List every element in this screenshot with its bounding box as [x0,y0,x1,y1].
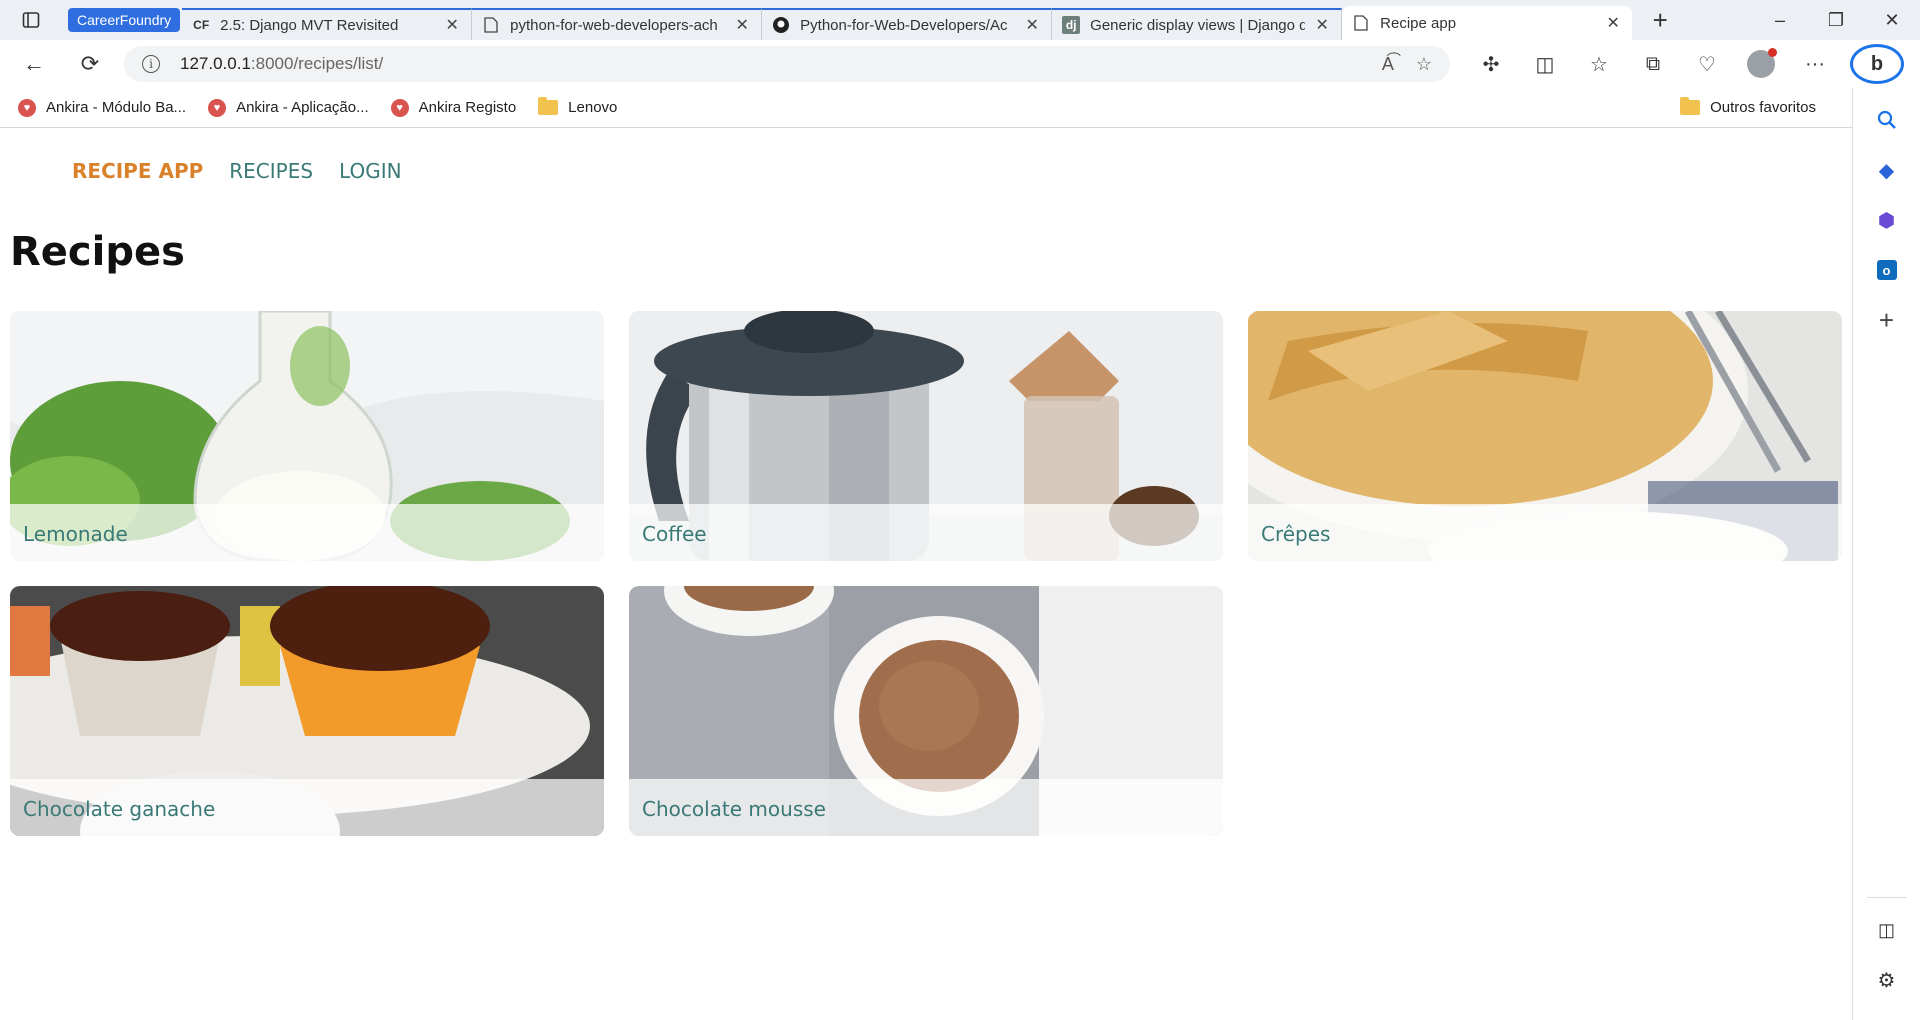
toolbar: ✣ ◫ ☆ ⧉ ♡ ··· b [1464,44,1904,84]
close-icon[interactable]: ✕ [1313,15,1331,35]
recipe-card-chocolate-mousse[interactable]: Chocolate mousse [629,586,1223,836]
url-field[interactable]: i 127.0.0.1:8000/recipes/list/ A͡ ☆ [124,46,1450,82]
collections-icon[interactable]: ⧉ [1626,44,1680,84]
bookmark-ankira-modulo[interactable]: ♥ Ankira - Módulo Ba... [18,98,186,117]
minimize-button[interactable]: – [1752,0,1808,40]
nav-recipes-link[interactable]: RECIPES [229,159,313,183]
github-icon [772,16,790,34]
django-icon: dj [1062,16,1081,34]
sidebar-toggle-icon[interactable]: ◫ [1867,910,1907,950]
recipe-name: Lemonade [10,504,604,561]
tab-github-repo[interactable]: Python-for-Web-Developers/Ac ✕ [762,8,1053,40]
recipe-grid: Lemonade Coffee Crêpes Chocolate ganache… [10,311,1842,836]
favorites-icon[interactable]: ☆ [1572,44,1626,84]
close-icon[interactable]: ✕ [443,15,461,35]
close-icon[interactable]: ✕ [1604,13,1622,33]
recipe-name: Crêpes [1248,504,1842,561]
recipe-name: Coffee [629,504,1223,561]
bookmarks-bar: ♥ Ankira - Módulo Ba... ♥ Ankira - Aplic… [0,88,1852,128]
site-info-icon[interactable]: i [142,55,160,73]
nav-login-link[interactable]: LOGIN [339,159,402,183]
tab-bar: CareerFoundry CF 2.5: Django MVT Revisit… [0,0,1920,40]
recipe-card-chocolate-ganache[interactable]: Chocolate ganache [10,586,604,836]
outlook-icon[interactable]: o [1867,250,1907,290]
bookmark-lenovo-folder[interactable]: Lenovo [538,97,617,116]
page-title: Recipes [10,229,185,275]
recipe-card-lemonade[interactable]: Lemonade [10,311,604,561]
tab-django-docs[interactable]: dj Generic display views | Django d ✕ [1052,8,1343,40]
recipe-name: Chocolate ganache [10,779,604,836]
page-icon [1352,14,1370,32]
tab-actions-button[interactable] [0,0,62,40]
site-nav: RECIPE APP RECIPES LOGIN [72,159,402,183]
shopping-tag-icon[interactable]: ◆ [1867,150,1907,190]
back-button[interactable]: ← [12,44,56,84]
read-aloud-icon[interactable]: A͡ [1382,54,1394,75]
tab-python-web-dev[interactable]: python-for-web-developers-ach ✕ [472,8,763,40]
folder-icon [538,97,559,115]
ankira-icon: ♥ [208,98,227,117]
settings-gear-icon[interactable]: ⚙ [1867,960,1907,1000]
close-icon[interactable]: ✕ [733,15,751,35]
edge-sidebar: ◆ ⬢ o + ◫ ⚙ [1852,88,1920,1020]
refresh-button[interactable]: ⟳ [68,44,112,84]
profile-button[interactable] [1734,44,1788,84]
browser-essentials-icon[interactable]: ♡ [1680,44,1734,84]
restore-button[interactable]: ❐ [1808,0,1864,40]
recipe-card-crepes[interactable]: Crêpes [1248,311,1842,561]
split-screen-icon[interactable]: ◫ [1518,44,1572,84]
divider [1866,897,1907,898]
add-sidebar-app-icon[interactable]: + [1867,300,1907,340]
tab-django-mvt[interactable]: CF 2.5: Django MVT Revisited ✕ [182,8,473,40]
brand-link[interactable]: RECIPE APP [72,159,203,183]
ankira-icon: ♥ [390,98,409,117]
url-host: 127.0.0.1 [180,54,251,73]
tab-actions-icon [22,12,40,28]
extensions-icon[interactable]: ✣ [1464,44,1518,84]
recipe-name: Chocolate mousse [629,779,1223,836]
page-icon [482,16,500,34]
folder-icon [1680,97,1701,115]
favorite-star-icon[interactable]: ☆ [1416,54,1432,75]
copilot-icon[interactable]: b [1850,44,1904,84]
close-icon[interactable]: ✕ [1023,15,1041,35]
web-page: RECIPE APP RECIPES LOGIN Recipes Lemonad… [0,129,1852,1020]
close-window-button[interactable]: ✕ [1864,0,1920,40]
other-favorites-folder[interactable]: Outros favoritos [1680,97,1816,116]
bookmark-ankira-registo[interactable]: ♥ Ankira Registo [390,98,516,117]
url-path: :8000/recipes/list/ [250,54,384,73]
window-controls: – ❐ ✕ [1752,0,1920,40]
new-tab-button[interactable]: + [1638,5,1682,36]
tab-group-label[interactable]: CareerFoundry [68,8,181,32]
address-bar: ← ⟳ i 127.0.0.1:8000/recipes/list/ A͡ ☆ … [0,40,1920,88]
avatar [1747,48,1777,78]
office-icon[interactable]: ⬢ [1867,200,1907,240]
careerfoundry-icon: CF [193,18,210,32]
bookmark-ankira-aplicacao[interactable]: ♥ Ankira - Aplicação... [208,98,369,117]
search-icon[interactable] [1867,100,1907,140]
tab-recipe-app[interactable]: Recipe app ✕ [1342,6,1633,40]
recipe-card-coffee[interactable]: Coffee [629,311,1223,561]
ankira-icon: ♥ [18,98,36,117]
more-options-icon[interactable]: ··· [1788,44,1842,84]
